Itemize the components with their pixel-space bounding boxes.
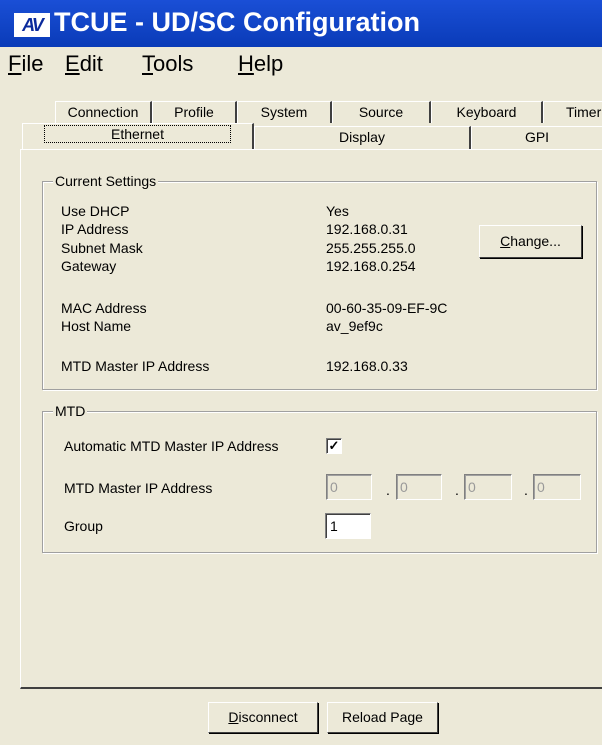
tab-display[interactable]: Display — [254, 126, 471, 149]
menu-file[interactable]: File — [8, 51, 43, 77]
mtd-ip-octet-2[interactable] — [396, 474, 442, 500]
tab-connection[interactable]: Connection — [55, 101, 152, 123]
mtd-legend: MTD — [53, 403, 88, 419]
ip-separator: . — [455, 482, 459, 498]
tab-profile[interactable]: Profile — [152, 101, 237, 123]
tab-keyboard[interactable]: Keyboard — [431, 101, 543, 123]
label-mac-address: MAC Address — [61, 300, 147, 316]
reload-page-button[interactable]: Reload Page — [327, 702, 438, 733]
mtd-ip-octet-3[interactable] — [464, 474, 512, 500]
title-bar: AV TCUE - UD/SC Configuration — [0, 0, 602, 47]
label-host-name: Host Name — [61, 318, 132, 334]
tab-system[interactable]: System — [237, 101, 332, 123]
value-subnet-mask: 255.255.255.0 — [326, 240, 416, 256]
tab-source[interactable]: Source — [332, 101, 431, 123]
label-mtd-ip: MTD Master IP Address — [64, 480, 213, 496]
label-group: Group — [64, 518, 103, 534]
label-mtd-master-ip: MTD Master IP Address — [61, 358, 210, 374]
value-host-name: av_9ef9c — [326, 318, 383, 334]
mtd-ip-octet-1[interactable] — [326, 474, 372, 500]
tab-gpi[interactable]: GPI — [471, 126, 602, 149]
label-subnet-mask: Subnet Mask — [61, 240, 143, 256]
label-ip-address: IP Address — [61, 221, 129, 237]
label-use-dhcp: Use DHCP — [61, 203, 130, 219]
window-title: TCUE - UD/SC Configuration — [54, 7, 420, 37]
menu-edit[interactable]: Edit — [65, 51, 103, 77]
value-ip-address: 192.168.0.31 — [326, 221, 408, 237]
label-auto-mtd: Automatic MTD Master IP Address — [64, 438, 279, 454]
menu-help[interactable]: Help — [238, 51, 283, 77]
mtd-ip-octet-4[interactable] — [533, 474, 581, 500]
tab-ethernet[interactable]: Ethernet — [22, 123, 254, 150]
menu-tools[interactable]: Tools — [142, 51, 193, 77]
ip-separator: . — [524, 482, 528, 498]
ip-separator: . — [386, 482, 390, 498]
menu-bar: File Edit Tools Help — [0, 49, 602, 83]
value-mtd-master-ip: 192.168.0.33 — [326, 358, 408, 374]
disconnect-button[interactable]: Disconnect — [208, 702, 318, 733]
current-settings-legend: Current Settings — [53, 173, 159, 189]
label-gateway: Gateway — [61, 258, 117, 274]
value-mac-address: 00-60-35-09-EF-9C — [326, 300, 448, 316]
app-logo-icon: AV — [14, 13, 50, 37]
value-gateway: 192.168.0.254 — [326, 258, 416, 274]
tab-timer[interactable]: Timer — [543, 101, 602, 123]
change-button[interactable]: Change... — [479, 225, 582, 258]
group-input[interactable] — [325, 513, 371, 539]
auto-mtd-checkbox[interactable]: ✓ — [326, 438, 342, 454]
value-use-dhcp: Yes — [326, 203, 349, 219]
